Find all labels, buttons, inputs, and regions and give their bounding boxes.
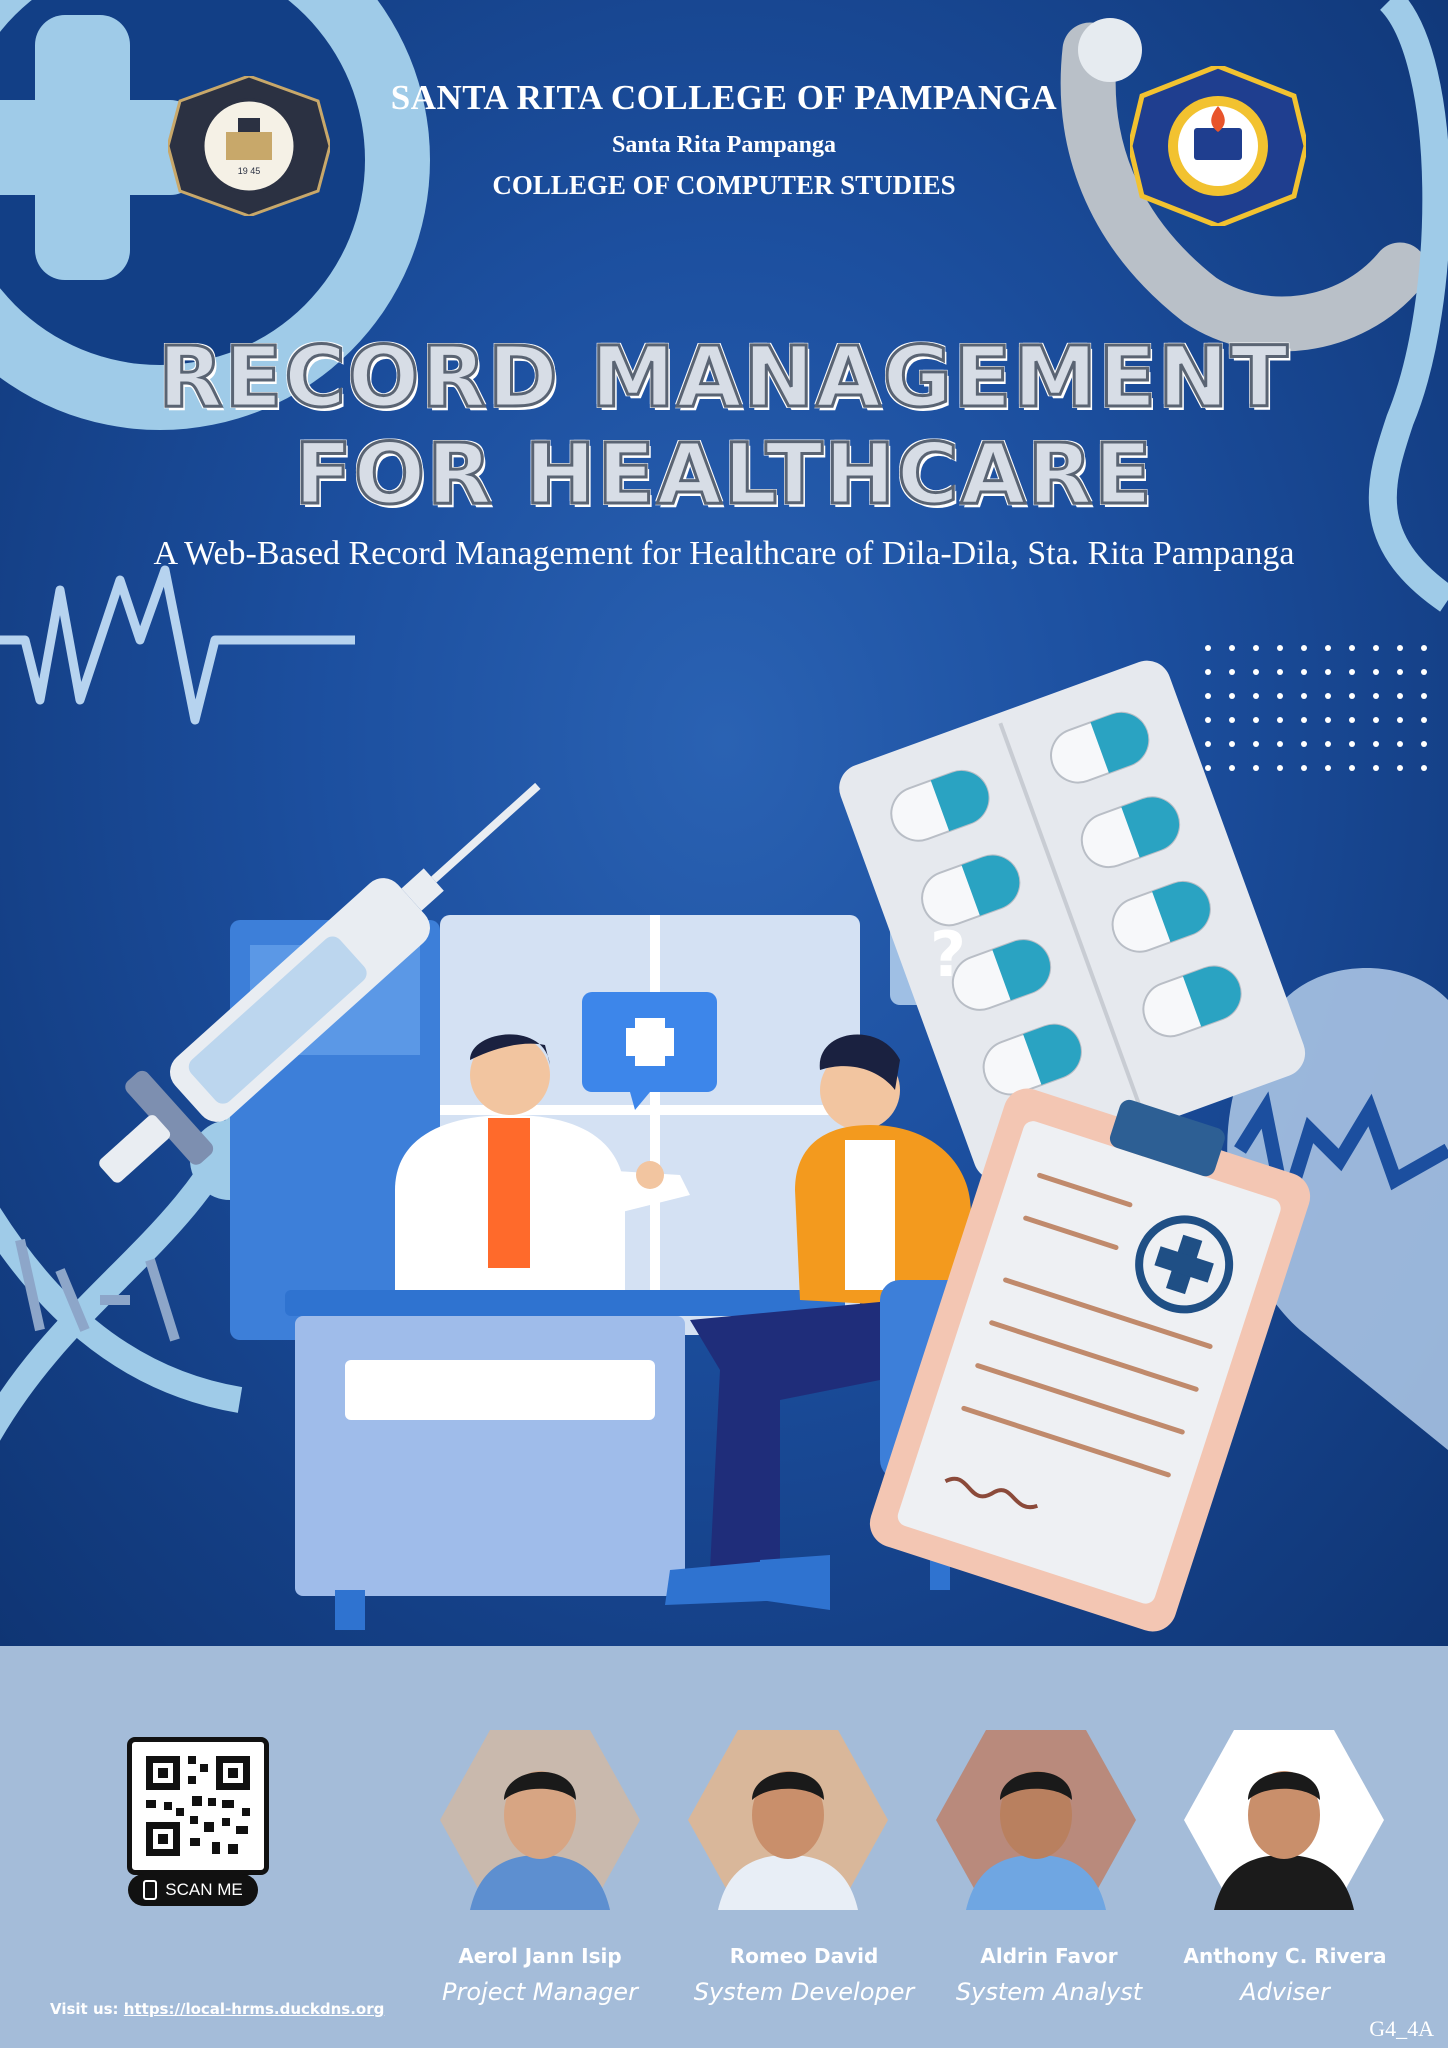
member-role: Adviser — [1240, 1978, 1330, 2006]
avatar-aldrin-favor — [936, 1730, 1136, 1910]
poster-subtitle: A Web-Based Record Management for Health… — [153, 535, 1295, 572]
visit-label: Visit us: — [50, 2000, 119, 2018]
website-link[interactable]: https://local-hrms.duckdns.org — [124, 2000, 385, 2018]
member-name: Anthony C. Rivera — [1183, 1944, 1387, 1968]
member-name: Aldrin Favor — [980, 1944, 1118, 1968]
scan-me-button[interactable]: SCAN ME — [128, 1874, 258, 1906]
avatar-aerol-jann-isip — [440, 1730, 640, 1910]
member-role: System Developer — [693, 1978, 915, 2006]
member-role: Project Manager — [442, 1978, 638, 2006]
poster-background: ? — [0, 0, 1448, 1646]
poster-title-line-2: FOR HEALTHCARE — [293, 424, 1154, 525]
avatar-romeo-david — [688, 1730, 888, 1910]
member-name: Aerol Jann Isip — [458, 1944, 622, 1968]
qr-code[interactable] — [127, 1737, 269, 1875]
phone-icon — [143, 1880, 158, 1900]
college-name: SANTA RITA COLLEGE OF PAMPANGA — [390, 78, 1058, 117]
poster-title-line-1: RECORD MANAGEMENT — [157, 327, 1290, 428]
department-name: COLLEGE OF COMPUTER STUDIES — [492, 170, 956, 200]
scan-me-label: SCAN ME — [165, 1880, 243, 1899]
qr-code-icon — [146, 1756, 250, 1856]
question-mark-text: ? — [930, 918, 966, 991]
visit-us-line: Visit us: https://local-hrms.duckdns.org — [50, 2000, 384, 2018]
doctor-patient-illustration — [99, 660, 1311, 1632]
avatar-anthony-c-rivera — [1184, 1730, 1384, 1910]
college-location: Santa Rita Pampanga — [611, 132, 837, 158]
member-role: System Analyst — [955, 1978, 1143, 2006]
member-name: Romeo David — [729, 1944, 879, 1968]
poster-code: G4_4A — [1369, 2016, 1434, 2041]
